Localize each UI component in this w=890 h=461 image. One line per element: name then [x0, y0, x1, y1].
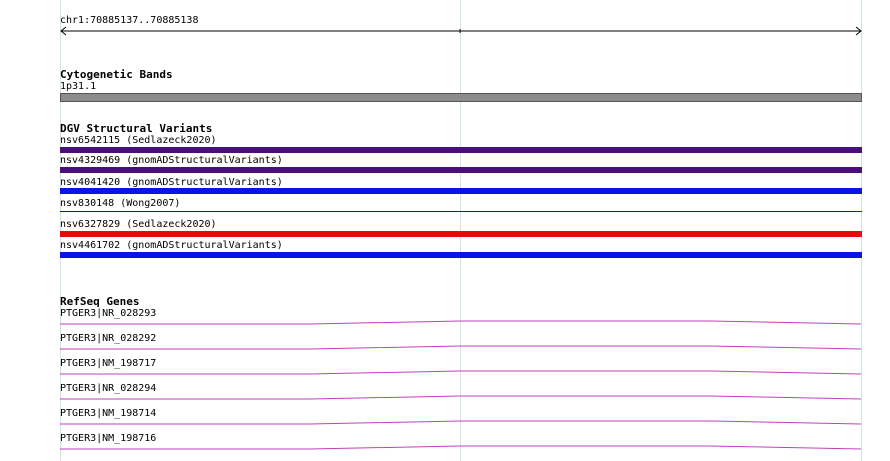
refseq-gene-line[interactable] [60, 419, 862, 427]
dgv-variant-bar[interactable] [60, 147, 862, 153]
dgv-item-label: nsv4461702 (gnomADStructuralVariants) [60, 240, 283, 251]
cytoband-label: 1p31.1 [60, 81, 97, 92]
cytoband-bar[interactable] [60, 93, 862, 102]
dgv-track-title: DGV Structural Variants [60, 122, 213, 135]
dgv-item-label: nsv4329469 (gnomADStructuralVariants) [60, 155, 283, 166]
dgv-item-label: nsv6327829 (Sedlazeck2020) [60, 219, 217, 230]
dgv-variant-bar[interactable] [60, 211, 862, 212]
refseq-track-title: RefSeq Genes [60, 295, 140, 308]
refseq-gene-line[interactable] [60, 394, 862, 402]
dgv-variant-bar[interactable] [60, 231, 862, 237]
refseq-gene-line[interactable] [60, 369, 862, 377]
refseq-gene-line[interactable] [60, 344, 862, 352]
dgv-variant-bar[interactable] [60, 252, 862, 258]
refseq-gene-line[interactable] [60, 319, 862, 327]
ruler-scale [60, 26, 862, 36]
dgv-item-label: nsv830148 (Wong2007) [60, 198, 181, 209]
dgv-variant-bar[interactable] [60, 167, 862, 173]
dgv-item-label: nsv6542115 (Sedlazeck2020) [60, 135, 217, 146]
refseq-gene-line[interactable] [60, 444, 862, 452]
dgv-variant-bar[interactable] [60, 188, 862, 194]
cytoband-track-title: Cytogenetic Bands [60, 68, 173, 81]
